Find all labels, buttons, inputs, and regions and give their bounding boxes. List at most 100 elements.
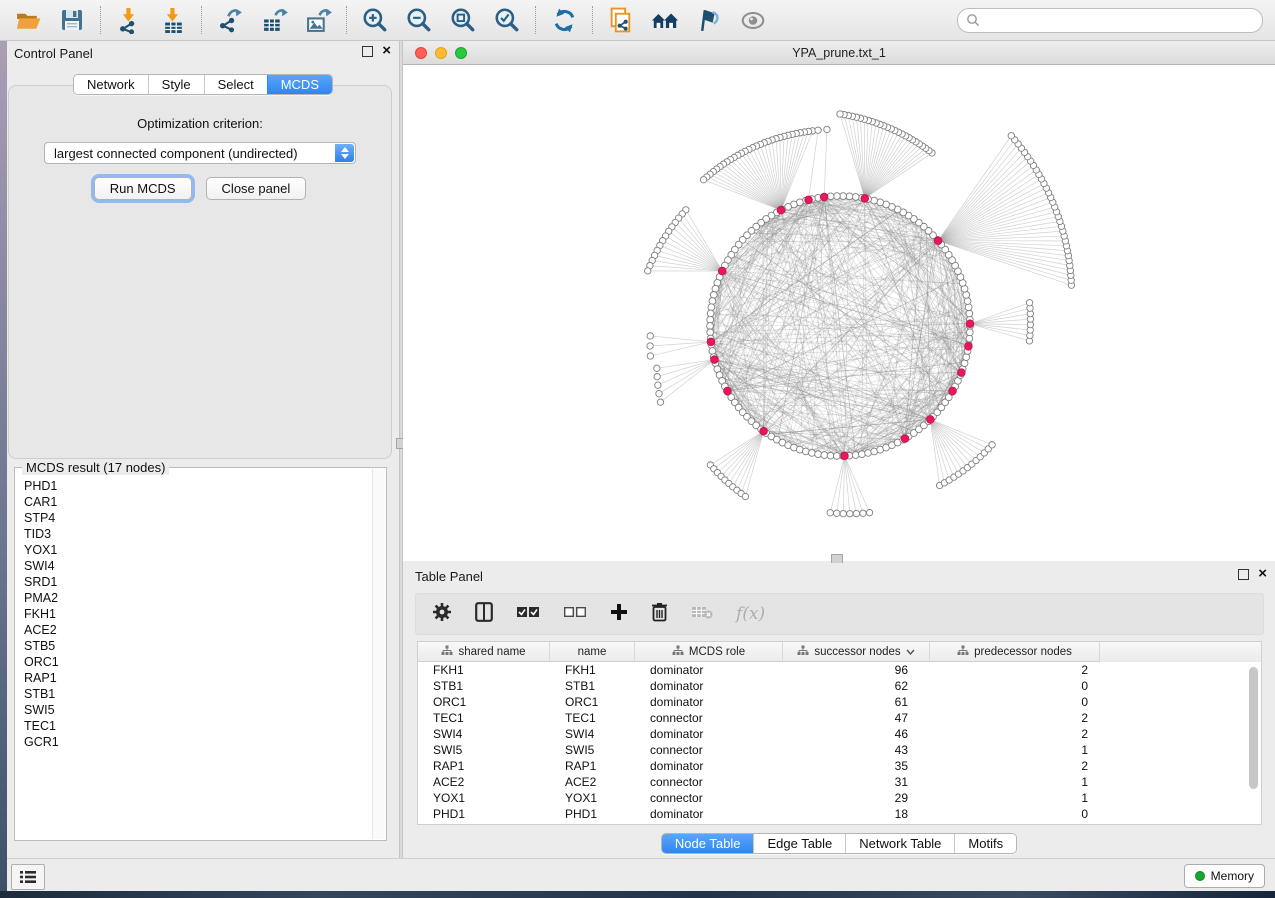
zoom-fit-icon[interactable]	[449, 6, 477, 34]
network-node[interactable]	[846, 193, 853, 200]
network-node[interactable]	[707, 329, 714, 336]
mcds-node[interactable]	[805, 196, 813, 204]
network-node[interactable]	[707, 316, 714, 323]
network-node[interactable]	[853, 510, 859, 516]
network-node[interactable]	[742, 493, 748, 499]
delete-table-icon[interactable]	[691, 604, 713, 625]
export-network-icon[interactable]	[216, 6, 244, 34]
gear-icon[interactable]	[432, 602, 452, 627]
window-maximize-button[interactable]	[455, 47, 467, 59]
close-panel-button[interactable]: Close panel	[206, 177, 307, 200]
import-network-icon[interactable]	[115, 6, 143, 34]
column-header-predecessor-nodes[interactable]: predecessor nodes	[930, 642, 1100, 662]
table-scrollbar[interactable]	[1248, 665, 1259, 820]
table-row[interactable]: TEC1TEC1connector472	[418, 710, 1261, 726]
memory-button[interactable]: Memory	[1184, 864, 1265, 888]
zoom-out-icon[interactable]	[405, 6, 433, 34]
network-node[interactable]	[858, 451, 865, 458]
network-node[interactable]	[708, 304, 715, 311]
close-panel-icon[interactable]: ×	[382, 45, 391, 57]
network-node[interactable]	[700, 177, 706, 183]
network-node[interactable]	[707, 323, 714, 330]
mcds-node[interactable]	[927, 416, 935, 424]
show-graphics-details-icon[interactable]	[739, 6, 767, 34]
network-node[interactable]	[965, 304, 972, 311]
network-node[interactable]	[834, 510, 840, 516]
tab-network[interactable]: Network	[74, 75, 148, 94]
table-row[interactable]: PHD1PHD1dominator180	[418, 806, 1261, 822]
clone-network-icon[interactable]	[607, 6, 635, 34]
network-node[interactable]	[824, 126, 830, 132]
mcds-result-item[interactable]: PHD1	[24, 478, 372, 494]
mcds-node[interactable]	[760, 427, 768, 435]
run-mcds-button[interactable]: Run MCDS	[94, 177, 192, 200]
mcds-node[interactable]	[820, 193, 828, 201]
mcds-result-item[interactable]: FKH1	[24, 606, 372, 622]
network-node[interactable]	[809, 450, 816, 457]
save-icon[interactable]	[58, 6, 86, 34]
mcds-list-scrollbar[interactable]	[372, 469, 385, 839]
mcds-result-item[interactable]: CAR1	[24, 494, 372, 510]
network-node[interactable]	[815, 127, 821, 133]
mcds-node[interactable]	[949, 387, 957, 395]
hide-graphics-details-icon[interactable]	[695, 6, 723, 34]
network-canvas[interactable]	[403, 65, 1275, 561]
export-image-icon[interactable]	[304, 6, 332, 34]
network-graph[interactable]	[403, 65, 1275, 561]
network-node[interactable]	[866, 509, 872, 515]
network-node[interactable]	[852, 452, 859, 459]
mcds-result-item[interactable]: SRD1	[24, 574, 372, 590]
table-row[interactable]: ORC1ORC1dominator610	[418, 694, 1261, 710]
network-node[interactable]	[645, 268, 651, 274]
tab-motifs[interactable]: Motifs	[954, 834, 1016, 853]
network-node[interactable]	[966, 310, 973, 317]
tab-mcds[interactable]: MCDS	[267, 75, 332, 94]
search-input[interactable]	[985, 12, 1254, 28]
network-node[interactable]	[840, 193, 847, 200]
mcds-node[interactable]	[965, 343, 973, 351]
optimization-criterion-select[interactable]: largest connected component (undirected)	[44, 142, 356, 164]
network-node[interactable]	[966, 329, 973, 336]
network-node[interactable]	[1026, 300, 1032, 306]
network-node[interactable]	[1008, 133, 1014, 139]
mcds-result-item[interactable]: SWI5	[24, 702, 372, 718]
network-node[interactable]	[989, 442, 995, 448]
table-row[interactable]: YOX1YOX1connector291	[418, 790, 1261, 806]
table-row[interactable]: FKH1FKH1dominator962	[418, 662, 1261, 678]
column-header-name[interactable]: name	[550, 642, 635, 662]
open-icon[interactable]	[14, 6, 42, 34]
network-node[interactable]	[837, 111, 843, 117]
select-all-icon[interactable]	[516, 605, 540, 624]
mcds-result-item[interactable]: ACE2	[24, 622, 372, 638]
layout-refresh-icon[interactable]	[550, 6, 578, 34]
table-row[interactable]: SWI4SWI4dominator462	[418, 726, 1261, 742]
window-minimize-button[interactable]	[435, 47, 447, 59]
network-node[interactable]	[647, 353, 653, 359]
network-node[interactable]	[827, 452, 834, 459]
network-node[interactable]	[821, 452, 828, 459]
network-node[interactable]	[707, 310, 714, 317]
import-table-icon[interactable]	[159, 6, 187, 34]
home-icon[interactable]	[651, 6, 679, 34]
mcds-node[interactable]	[934, 237, 942, 245]
mcds-result-item[interactable]: STP4	[24, 510, 372, 526]
column-icon[interactable]	[475, 602, 493, 627]
mcds-result-item[interactable]: RAP1	[24, 670, 372, 686]
table-row[interactable]: SWI5SWI5connector431	[418, 742, 1261, 758]
mcds-result-item[interactable]: STB1	[24, 686, 372, 702]
table-row[interactable]: RAP1RAP1dominator352	[418, 758, 1261, 774]
table-scrollbar-thumb[interactable]	[1249, 667, 1258, 789]
network-node[interactable]	[860, 510, 866, 516]
export-table-icon[interactable]	[260, 6, 288, 34]
mcds-node[interactable]	[707, 338, 715, 346]
network-node[interactable]	[847, 511, 853, 517]
deselect-all-icon[interactable]	[563, 605, 587, 624]
column-header-MCDS-role[interactable]: MCDS role	[635, 642, 783, 662]
mcds-node[interactable]	[966, 320, 974, 328]
network-node[interactable]	[647, 343, 653, 349]
mcds-result-item[interactable]: ORC1	[24, 654, 372, 670]
network-node[interactable]	[709, 298, 716, 305]
mcds-node[interactable]	[718, 267, 726, 275]
network-node[interactable]	[833, 193, 840, 200]
tab-style[interactable]: Style	[148, 75, 204, 94]
